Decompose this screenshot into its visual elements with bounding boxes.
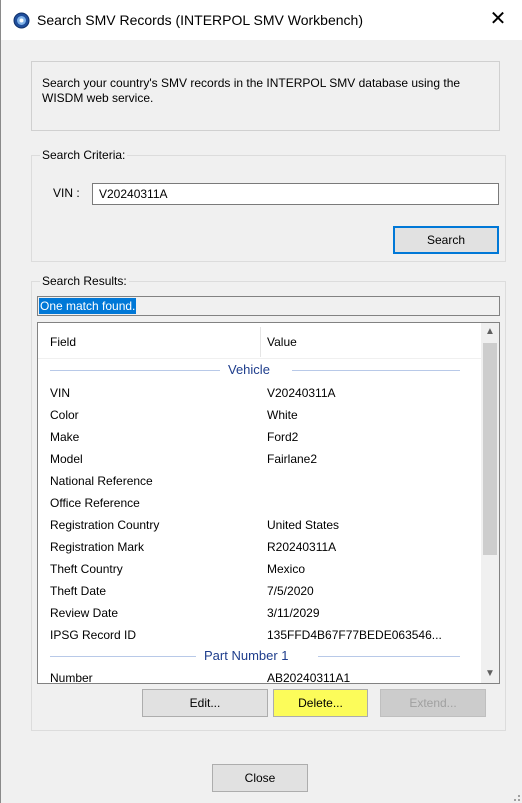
- description-text: Search your country's SMV records in the…: [42, 76, 461, 105]
- field-value: Mexico: [267, 562, 306, 576]
- search-smv-dialog: Search SMV Records (INTERPOL SMV Workben…: [0, 0, 522, 803]
- resize-grip-icon[interactable]: [510, 791, 520, 801]
- chevron-up-icon[interactable]: ▲: [481, 323, 499, 341]
- edit-button[interactable]: Edit...: [142, 689, 268, 717]
- field-name: Office Reference: [50, 496, 140, 510]
- column-header-value[interactable]: Value: [267, 335, 297, 349]
- field-name: IPSG Record ID: [50, 628, 137, 642]
- description-panel: Search your country's SMV records in the…: [31, 61, 500, 131]
- field-value: 135FFD4B67F77BEDE063546...: [267, 628, 442, 642]
- field-value: White: [267, 408, 298, 422]
- search-results-legend: Search Results:: [40, 274, 129, 288]
- field-value: Ford2: [267, 430, 299, 444]
- list-item[interactable]: Theft Country Mexico: [38, 558, 481, 580]
- group-line: [318, 656, 460, 657]
- field-value: United States: [267, 518, 340, 532]
- status-field: One match found.: [37, 296, 500, 316]
- list-item[interactable]: Office Reference: [38, 492, 481, 514]
- list-item[interactable]: Theft Date 7/5/2020: [38, 580, 481, 602]
- interpol-globe-icon: [13, 12, 30, 29]
- column-header-field[interactable]: Field: [50, 335, 76, 349]
- search-criteria-legend: Search Criteria:: [40, 148, 128, 162]
- field-value: Fairlane2: [267, 452, 318, 466]
- delete-button[interactable]: Delete...: [273, 689, 368, 717]
- chevron-down-icon[interactable]: ▼: [481, 665, 499, 683]
- field-name: Make: [50, 430, 80, 444]
- list-item[interactable]: Color White: [38, 404, 481, 426]
- group-header-vehicle: Vehicle: [38, 359, 481, 381]
- list-item[interactable]: Registration Mark R20240311A: [38, 536, 481, 558]
- list-item[interactable]: Number AB20240311A1: [38, 667, 481, 683]
- group-line: [50, 656, 196, 657]
- group-label: Vehicle: [228, 362, 270, 377]
- list-item[interactable]: Model Fairlane2: [38, 448, 481, 470]
- list-item[interactable]: VIN V20240311A: [38, 382, 481, 404]
- field-name: Review Date: [50, 606, 119, 620]
- scrollbar-thumb[interactable]: [483, 343, 497, 555]
- vertical-scrollbar[interactable]: ▲ ▼: [481, 323, 499, 683]
- group-header-part-number: Part Number 1: [38, 645, 481, 667]
- field-name: National Reference: [50, 474, 153, 488]
- vin-label: VIN :: [53, 186, 80, 200]
- field-value: V20240311A: [267, 386, 336, 400]
- field-name: Color: [50, 408, 79, 422]
- group-line: [292, 370, 460, 371]
- field-value: R20240311A: [267, 540, 337, 554]
- field-name: VIN: [50, 386, 71, 400]
- list-item[interactable]: Registration Country United States: [38, 514, 481, 536]
- extend-button[interactable]: Extend...: [380, 689, 486, 717]
- column-divider[interactable]: [260, 327, 261, 357]
- close-button[interactable]: Close: [212, 764, 308, 792]
- field-value: 3/11/2029: [267, 606, 320, 620]
- window-title: Search SMV Records (INTERPOL SMV Workben…: [37, 12, 363, 28]
- field-name: Theft Country: [50, 562, 123, 576]
- field-name: Registration Country: [50, 518, 160, 532]
- list-item[interactable]: IPSG Record ID 135FFD4B67F77BEDE063546..…: [38, 624, 481, 646]
- group-label: Part Number 1: [204, 648, 289, 663]
- list-item[interactable]: National Reference: [38, 470, 481, 492]
- field-name: Theft Date: [50, 584, 107, 598]
- list-item[interactable]: Make Ford2: [38, 426, 481, 448]
- results-list[interactable]: Field Value Vehicle VIN V20240311A Color…: [37, 322, 500, 684]
- list-item[interactable]: Review Date 3/11/2029: [38, 602, 481, 624]
- field-name: Registration Mark: [50, 540, 145, 554]
- field-value: AB20240311A1: [267, 671, 351, 683]
- status-text: One match found.: [39, 298, 137, 314]
- vin-input[interactable]: [92, 183, 499, 205]
- group-line: [50, 370, 220, 371]
- results-list-content: Field Value Vehicle VIN V20240311A Color…: [38, 323, 481, 683]
- title-bar[interactable]: Search SMV Records (INTERPOL SMV Workben…: [1, 0, 522, 40]
- search-button[interactable]: Search: [393, 226, 499, 254]
- field-name: Number: [50, 671, 93, 683]
- list-header: Field Value: [38, 323, 481, 359]
- close-icon[interactable]: ✕: [486, 8, 510, 32]
- field-name: Model: [50, 452, 83, 466]
- field-value: 7/5/2020: [267, 584, 314, 598]
